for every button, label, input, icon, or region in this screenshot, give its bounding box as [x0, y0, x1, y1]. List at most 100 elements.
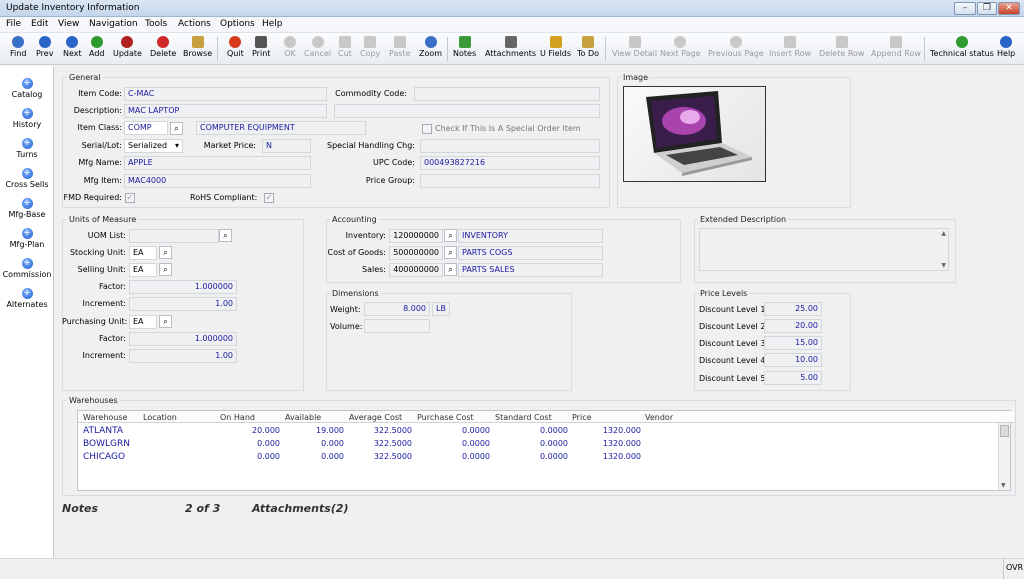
volume-field[interactable]	[364, 319, 430, 333]
scroll-down-icon[interactable]: ▼	[1001, 482, 1006, 489]
discount-level-field[interactable]: 25.00	[764, 302, 822, 316]
grid-scrollbar[interactable]: ▼	[998, 423, 1010, 490]
description-extra-field[interactable]	[334, 104, 600, 118]
purchasing-unit-field[interactable]: EA	[129, 315, 157, 329]
column-header[interactable]: On Hand	[220, 413, 255, 422]
menu-view[interactable]: View	[58, 19, 79, 29]
delete-button[interactable]: Delete	[150, 35, 176, 58]
minimize-button[interactable]: –	[954, 2, 976, 15]
table-row[interactable]: CHICAGO 0.000 0.000 322.5000 0.0000 0.00…	[78, 451, 998, 464]
copy-button[interactable]: Copy	[360, 35, 380, 58]
commodity-code-field[interactable]	[414, 87, 600, 101]
column-header[interactable]: Purchase Cost	[417, 413, 474, 422]
cut-button[interactable]: Cut	[338, 35, 352, 58]
price-group-field[interactable]	[420, 174, 600, 188]
purchasing-unit-lookup-icon[interactable]: ⌕	[159, 315, 172, 328]
selling-unit-lookup-icon[interactable]: ⌕	[159, 263, 172, 276]
cogs-lookup-icon[interactable]: ⌕	[444, 246, 457, 259]
uom-list-lookup-icon[interactable]: ⌕	[219, 229, 232, 242]
column-header[interactable]: Average Cost	[349, 413, 402, 422]
column-header[interactable]: Available	[285, 413, 321, 422]
menu-file[interactable]: File	[6, 19, 21, 29]
serial-lot-select[interactable]: Serialized ▾	[124, 139, 183, 153]
market-price-field[interactable]: N	[262, 139, 311, 153]
ok-button[interactable]: OK	[284, 35, 296, 58]
column-header[interactable]: Warehouse	[83, 413, 127, 422]
stocking-unit-field[interactable]: EA	[129, 246, 157, 260]
attachments-link[interactable]: Attachments(2)	[252, 502, 348, 515]
column-header[interactable]: Price	[572, 413, 592, 422]
next-page-button[interactable]: Next Page	[660, 35, 701, 58]
view-detail-button[interactable]: View Detail	[612, 35, 657, 58]
cancel-button[interactable]: Cancel	[304, 35, 331, 58]
upc-field[interactable]: 000493827216	[420, 156, 600, 170]
delete-row-button[interactable]: Delete Row	[819, 35, 864, 58]
scrollbar-thumb[interactable]	[1000, 425, 1009, 437]
discount-level-field[interactable]: 5.00	[764, 371, 822, 385]
menu-navigation[interactable]: Navigation	[89, 19, 138, 29]
stocking-unit-lookup-icon[interactable]: ⌕	[159, 246, 172, 259]
update-button[interactable]: Update	[113, 35, 142, 58]
quit-button[interactable]: Quit	[227, 35, 244, 58]
discount-level-field[interactable]: 20.00	[764, 319, 822, 333]
factor-field[interactable]: 1.000000	[129, 280, 237, 294]
help-button[interactable]: Help	[997, 35, 1015, 58]
sidebar-item-mfg-base[interactable]: + Mfg-Base	[0, 198, 54, 219]
attachments-button[interactable]: Attachments	[485, 35, 536, 58]
scroll-down-icon[interactable]: ▼	[941, 262, 946, 269]
close-button[interactable]: ✕	[998, 2, 1020, 15]
sales-lookup-icon[interactable]: ⌕	[444, 263, 457, 276]
inventory-lookup-icon[interactable]: ⌕	[444, 229, 457, 242]
scroll-up-icon[interactable]: ▲	[941, 230, 946, 237]
technical-status-button[interactable]: Technical status	[930, 35, 994, 58]
insert-row-button[interactable]: Insert Row	[769, 35, 811, 58]
sidebar-item-commission[interactable]: + Commission	[0, 258, 54, 279]
increment-field[interactable]: 1.00	[129, 297, 237, 311]
menu-help[interactable]: Help	[262, 19, 283, 29]
fmd-checkbox[interactable]: ✓	[125, 193, 135, 203]
rohs-checkbox[interactable]: ✓	[264, 193, 274, 203]
menu-edit[interactable]: Edit	[31, 19, 48, 29]
browse-button[interactable]: Browse	[183, 35, 212, 58]
extended-desc-textarea[interactable]: ▲ ▼	[699, 228, 949, 271]
column-header[interactable]: Location	[143, 413, 177, 422]
uom-list-field[interactable]	[129, 229, 219, 243]
item-code-field[interactable]: C-MAC	[124, 87, 327, 101]
mfg-name-field[interactable]: APPLE	[124, 156, 311, 170]
description-field[interactable]: MAC LAPTOP	[124, 104, 327, 118]
weight-field[interactable]: 8.000	[364, 302, 430, 316]
column-header[interactable]: Vendor	[645, 413, 673, 422]
ufields-button[interactable]: U Fields	[540, 35, 571, 58]
add-button[interactable]: Add	[89, 35, 105, 58]
sidebar-item-turns[interactable]: + Turns	[0, 138, 54, 159]
zoom-button[interactable]: Zoom	[419, 35, 442, 58]
cogs-account-field[interactable]: 500000000	[389, 246, 443, 260]
previous-page-button[interactable]: Previous Page	[708, 35, 764, 58]
purchasing-increment-field[interactable]: 1.00	[129, 349, 237, 363]
notes-button[interactable]: Notes	[453, 35, 476, 58]
discount-level-field[interactable]: 10.00	[764, 353, 822, 367]
mfg-item-field[interactable]: MAC4000	[124, 174, 311, 188]
sidebar-item-mfg-plan[interactable]: + Mfg-Plan	[0, 228, 54, 249]
prev-button[interactable]: Prev	[36, 35, 53, 58]
sales-account-field[interactable]: 400000000	[389, 263, 443, 277]
sidebar-item-history[interactable]: + History	[0, 108, 54, 129]
find-button[interactable]: Find	[10, 35, 26, 58]
sidebar-item-catalog[interactable]: + Catalog	[0, 78, 54, 99]
menu-tools[interactable]: Tools	[145, 19, 167, 29]
notes-link[interactable]: Notes	[62, 502, 98, 515]
special-handling-field[interactable]	[420, 139, 600, 153]
selling-unit-field[interactable]: EA	[129, 263, 157, 277]
sidebar-item-alternates[interactable]: + Alternates	[0, 288, 54, 309]
menu-options[interactable]: Options	[220, 19, 255, 29]
purchasing-factor-field[interactable]: 1.000000	[129, 332, 237, 346]
column-header[interactable]: Standard Cost	[495, 413, 552, 422]
table-row[interactable]: ATLANTA 20.000 19.000 322.5000 0.0000 0.…	[78, 425, 998, 438]
maximize-button[interactable]: ❐	[977, 2, 997, 15]
paste-button[interactable]: Paste	[389, 35, 411, 58]
next-button[interactable]: Next	[63, 35, 82, 58]
todo-button[interactable]: To Do	[577, 35, 599, 58]
table-row[interactable]: BOWLGRN 0.000 0.000 322.5000 0.0000 0.00…	[78, 438, 998, 451]
discount-level-field[interactable]: 15.00	[764, 336, 822, 350]
item-class-lookup-icon[interactable]: ⌕	[170, 122, 183, 135]
